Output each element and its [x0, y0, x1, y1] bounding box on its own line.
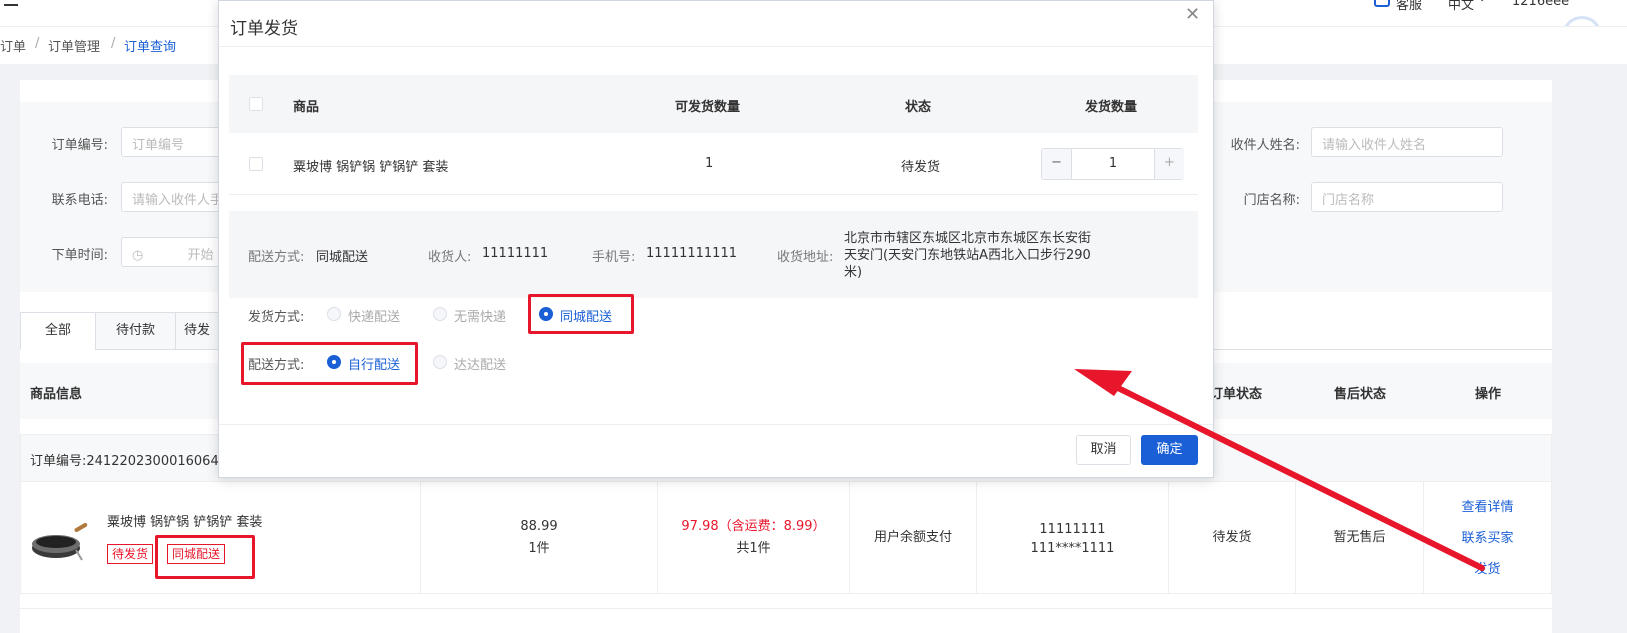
- annotation-arrow: [1074, 369, 1485, 571]
- arrow-shaft: [1107, 381, 1485, 571]
